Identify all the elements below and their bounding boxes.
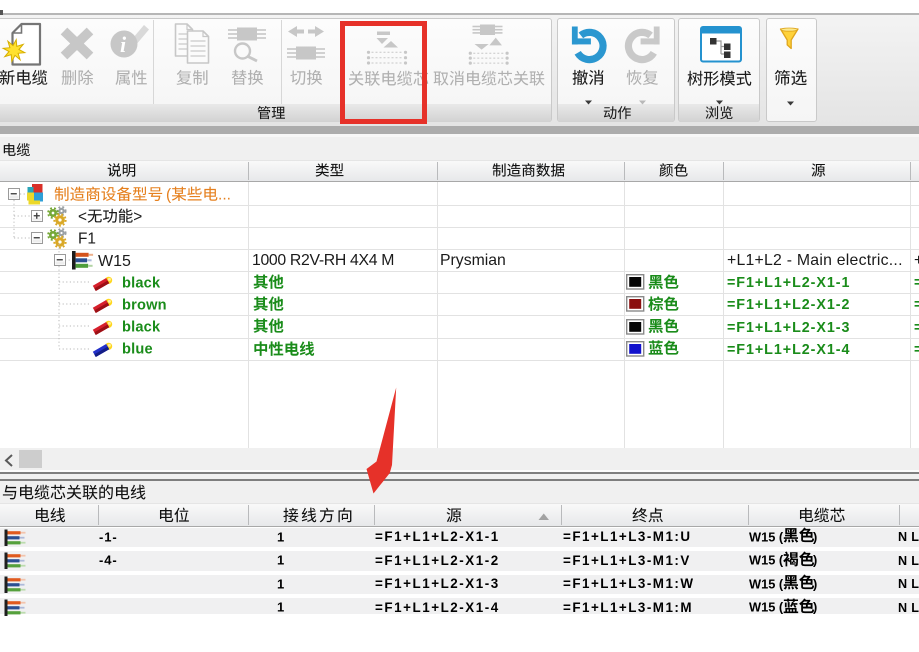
svg-text:brown: brown bbox=[122, 298, 167, 314]
svg-text:1000 R2V-RH 4X4 M: 1000 R2V-RH 4X4 M bbox=[252, 252, 394, 269]
svg-text:=F1+L1+L2-X1-4: =F1+L1+L2-X1-4 bbox=[727, 342, 850, 358]
svg-text:=F: =F bbox=[914, 275, 919, 291]
svg-text:i: i bbox=[120, 32, 127, 57]
svg-text:black: black bbox=[122, 275, 161, 291]
svg-text:): ) bbox=[813, 553, 817, 568]
svg-text:+L1+L2 - Main electric...: +L1+L2 - Main electric... bbox=[727, 252, 903, 269]
svg-text:=F1+L1+L3-M1:U: =F1+L1+L3-M1:U bbox=[563, 529, 692, 544]
svg-text:>: > bbox=[133, 208, 142, 225]
svg-text:-4-: -4- bbox=[99, 553, 118, 568]
svg-text:N L: N L bbox=[898, 530, 919, 544]
svg-text:=F1+L1+L2-X1-2: =F1+L1+L2-X1-2 bbox=[375, 553, 500, 568]
svg-text:N L: N L bbox=[898, 601, 919, 615]
svg-text:<: < bbox=[78, 208, 87, 225]
svg-text:N L: N L bbox=[898, 577, 919, 591]
svg-text:N L: N L bbox=[898, 554, 919, 568]
svg-text:W15 (: W15 ( bbox=[749, 529, 784, 544]
svg-text:=F1+L1+L2-X1-2: =F1+L1+L2-X1-2 bbox=[727, 298, 850, 314]
svg-text:W15 (: W15 ( bbox=[749, 600, 784, 615]
svg-text:W15 (: W15 ( bbox=[749, 576, 784, 591]
svg-text:=F: =F bbox=[914, 320, 919, 336]
svg-text:): ) bbox=[813, 576, 817, 591]
svg-text:...: ... bbox=[218, 186, 231, 203]
svg-text:1: 1 bbox=[277, 600, 284, 615]
svg-text:=F: =F bbox=[914, 298, 919, 314]
svg-text:=F1+L1+L3-M1:M: =F1+L1+L3-M1:M bbox=[563, 600, 693, 615]
svg-text:Prysmian: Prysmian bbox=[440, 252, 506, 269]
svg-text:=F1+L1+L3-M1:W: =F1+L1+L3-M1:W bbox=[563, 576, 695, 591]
svg-text:W15 (: W15 ( bbox=[749, 553, 784, 568]
svg-text:W15: W15 bbox=[98, 253, 131, 270]
svg-text:-1-: -1- bbox=[99, 529, 118, 544]
svg-text:=F1+L1+L2-X1-1: =F1+L1+L2-X1-1 bbox=[375, 529, 500, 544]
svg-text:1: 1 bbox=[277, 553, 284, 568]
svg-text:(: ( bbox=[166, 186, 172, 203]
svg-text:black: black bbox=[122, 320, 161, 336]
svg-text:=F1+L1+L2-X1-4: =F1+L1+L2-X1-4 bbox=[375, 600, 500, 615]
svg-text:+L: +L bbox=[914, 252, 919, 269]
svg-text:blue: blue bbox=[122, 342, 153, 358]
svg-text:=F1+L1+L2-X1-3: =F1+L1+L2-X1-3 bbox=[375, 576, 500, 591]
svg-text:=F1+L1+L2-X1-3: =F1+L1+L2-X1-3 bbox=[727, 320, 850, 336]
svg-text:): ) bbox=[813, 600, 817, 615]
svg-text:): ) bbox=[813, 529, 817, 544]
svg-text:1: 1 bbox=[277, 576, 284, 591]
svg-text:=F: =F bbox=[914, 342, 919, 358]
svg-text:F1: F1 bbox=[78, 231, 96, 248]
svg-text:=F1+L1+L3-M1:V: =F1+L1+L3-M1:V bbox=[563, 553, 691, 568]
svg-text:1: 1 bbox=[277, 529, 284, 544]
svg-text:=F1+L1+L2-X1-1: =F1+L1+L2-X1-1 bbox=[727, 275, 850, 291]
